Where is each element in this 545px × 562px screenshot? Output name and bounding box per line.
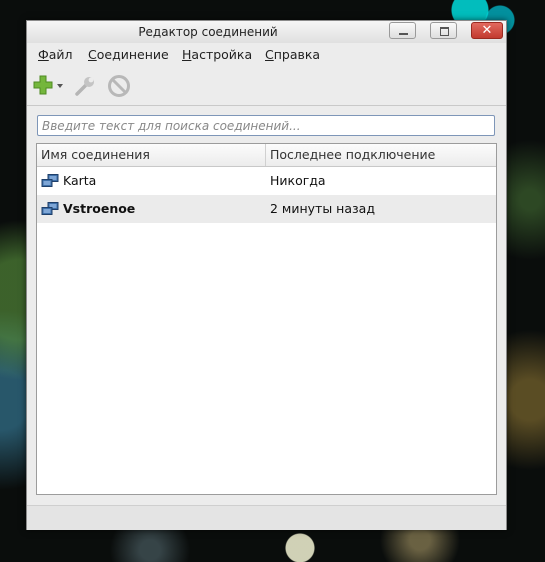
status-bar <box>27 505 506 530</box>
maximize-button[interactable] <box>430 22 457 39</box>
menu-file[interactable]: Файл <box>38 47 73 62</box>
menu-bar: Файл Соединение Настройка Справка <box>27 43 506 65</box>
minimize-icon <box>399 33 408 35</box>
menu-help-label: правка <box>273 47 321 62</box>
menu-connection[interactable]: Соединение <box>88 47 169 62</box>
network-connection-icon <box>41 202 59 219</box>
connection-list: Имя соединения Последнее подключение Kar… <box>36 143 497 495</box>
edit-connection-button[interactable] <box>73 74 97 102</box>
close-button[interactable]: ✕ <box>471 22 503 39</box>
add-connection-button[interactable] <box>33 74 65 102</box>
menu-connection-label: оединение <box>96 47 169 62</box>
menu-help-mnemonic: С <box>265 47 274 62</box>
search-input[interactable] <box>37 115 495 136</box>
last-connected: 2 минуты назад <box>270 201 375 216</box>
menu-settings[interactable]: Настройка <box>182 47 252 62</box>
menu-settings-label: астройка <box>191 47 253 62</box>
last-connected: Никогда <box>270 173 326 188</box>
add-plus-icon <box>33 75 63 95</box>
forbidden-icon <box>108 75 130 97</box>
title-bar[interactable]: Редактор соединений ✕ <box>27 21 506 43</box>
menu-settings-mnemonic: Н <box>182 47 192 62</box>
maximize-icon <box>440 27 449 36</box>
delete-connection-button[interactable] <box>107 74 131 102</box>
menu-file-label: айл <box>48 47 73 62</box>
wrench-icon <box>75 77 94 96</box>
menu-connection-mnemonic: С <box>88 47 97 62</box>
window-title: Редактор соединений <box>138 25 278 39</box>
connection-name: Vstroenoe <box>63 201 136 216</box>
minimize-button[interactable] <box>389 22 416 39</box>
menu-file-mnemonic: Ф <box>38 47 49 62</box>
connection-editor-window: Редактор соединений ✕ Файл Соединение На… <box>26 20 507 530</box>
column-header-last-connected[interactable]: Последнее подключение <box>266 144 496 166</box>
table-row[interactable]: Vstroenoe 2 минуты назад <box>37 195 496 223</box>
desktop-background: Редактор соединений ✕ Файл Соединение На… <box>0 0 545 562</box>
network-connection-icon <box>41 174 59 191</box>
toolbar <box>27 67 506 106</box>
list-header: Имя соединения Последнее подключение <box>37 144 496 167</box>
close-icon: ✕ <box>481 23 493 38</box>
table-row[interactable]: Karta Никогда <box>37 167 496 195</box>
connection-name: Karta <box>63 173 97 188</box>
column-header-name[interactable]: Имя соединения <box>37 144 266 166</box>
menu-help[interactable]: Справка <box>265 47 320 62</box>
